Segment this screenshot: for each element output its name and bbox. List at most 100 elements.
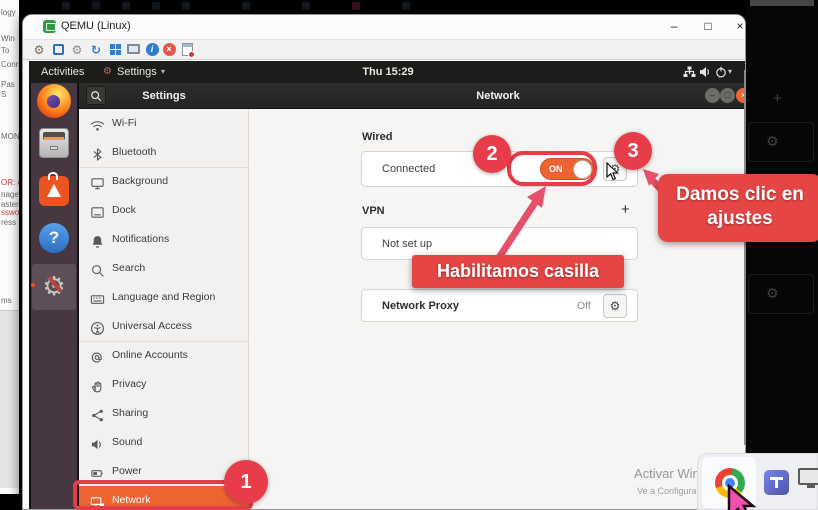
- wifi-icon: [90, 116, 105, 131]
- qemu-toolbar: ⚙ ⚙ ↻ i ×: [23, 39, 745, 60]
- background-tab-ghost: [750, 0, 814, 6]
- scrollbar[interactable]: [744, 70, 746, 445]
- settings-note-line1: Damos clic en: [658, 183, 818, 207]
- window-close-icon[interactable]: [179, 42, 195, 58]
- background-text: OR: c: [1, 178, 19, 187]
- volume-icon[interactable]: [699, 66, 711, 78]
- qemu-titlebar[interactable]: QEMU (Linux) – □ ×: [23, 15, 745, 39]
- background-text: logy: [1, 8, 19, 17]
- search-icon: [90, 261, 105, 276]
- activate-windows-watermark-line2: Ve a Configura: [637, 486, 697, 496]
- help-icon[interactable]: ?: [39, 223, 69, 253]
- background-text: nage: [1, 190, 19, 199]
- dock: ? ⚙: [31, 83, 77, 510]
- sidebar-item-bluetooth[interactable]: Bluetooth: [79, 138, 249, 167]
- ghost-plus: +: [773, 90, 782, 107]
- network-proxy-label: Network Proxy: [382, 290, 459, 321]
- ghost-card: [748, 122, 814, 162]
- refresh-icon[interactable]: ↻: [88, 42, 104, 58]
- sharing-icon: [90, 406, 105, 421]
- screenshot-icon[interactable]: [125, 42, 141, 58]
- network-proxy-row[interactable]: Network Proxy Off ⚙: [361, 289, 638, 322]
- ubuntu-software-icon[interactable]: [39, 176, 69, 206]
- sidebar-item-online-accounts[interactable]: Online Accounts: [79, 341, 249, 370]
- virtual-desktop-icon[interactable]: [798, 468, 818, 485]
- teams-icon[interactable]: [764, 470, 789, 495]
- info-icon[interactable]: i: [144, 42, 160, 58]
- background-text: Conne: [1, 60, 19, 69]
- background-icon: [90, 174, 105, 189]
- page-title: Network: [249, 83, 746, 109]
- qemu-window: QEMU (Linux) – □ × ⚙ ⚙ ↻ i × Activities …: [22, 14, 746, 510]
- mouse-cursor: [606, 162, 620, 182]
- settings-note-line2: ajustes: [658, 207, 818, 231]
- activate-windows-watermark: Activar Win: [634, 466, 700, 481]
- ghost-gear-icon: ⚙: [766, 285, 779, 302]
- power-icon[interactable]: [715, 66, 727, 78]
- settings-headerbar: Settings Network – □ ×: [79, 83, 746, 109]
- background-panel: [0, 310, 19, 488]
- vm-display: Activities ⚙ Settings ▾ Thu 15:29 ▾: [29, 61, 746, 510]
- caret-down-icon[interactable]: ▾: [728, 61, 732, 83]
- sidebar-item-universal-access[interactable]: Universal Access: [79, 312, 249, 341]
- language-icon: [90, 290, 105, 305]
- background-toolbar-ghost: [402, 2, 410, 10]
- background-window-sliver: logy Win To Conne Pas S MON OR: c nage a…: [0, 0, 19, 494]
- maximize-button[interactable]: □: [699, 17, 717, 36]
- settings-dock-icon[interactable]: ⚙: [32, 264, 76, 310]
- highlight-cursor: [720, 484, 766, 510]
- gnome-top-bar: Activities ⚙ Settings ▾ Thu 15:29 ▾: [29, 61, 746, 83]
- sidebar-item-notifications[interactable]: Notifications: [79, 225, 249, 254]
- accessibility-icon: [90, 319, 105, 334]
- ghost-card: [748, 274, 814, 314]
- step2-highlight-box: [507, 151, 597, 186]
- proxy-status: Off: [577, 300, 591, 312]
- minimize-button[interactable]: –: [665, 17, 683, 36]
- settings-minimize-button[interactable]: –: [705, 88, 720, 103]
- settings-icon[interactable]: ⚙: [69, 42, 85, 58]
- clock[interactable]: Thu 15:29: [29, 61, 746, 83]
- qemu-app-icon: [43, 20, 56, 33]
- settings-note-label: Damos clic en ajustes: [658, 174, 818, 242]
- proxy-settings-button[interactable]: ⚙: [603, 294, 627, 318]
- background-toolbar-ghost: [62, 2, 70, 10]
- background-text: ress: [1, 218, 19, 227]
- power-icon: [90, 464, 105, 479]
- background-toolbar-ghost: [352, 2, 360, 10]
- toggle-note-label: Habilitamos casilla: [412, 255, 624, 288]
- running-indicator: [31, 283, 35, 287]
- dock-icon: [90, 203, 105, 218]
- online-accounts-icon: [90, 348, 105, 363]
- close-button[interactable]: ×: [731, 17, 746, 36]
- background-toolbar-ghost: [152, 2, 160, 10]
- sidebar-title: Settings: [79, 83, 249, 109]
- background-text: ms: [1, 296, 19, 305]
- sidebar-item-language[interactable]: Language and Region: [79, 283, 249, 312]
- sidebar-item-privacy[interactable]: Privacy: [79, 370, 249, 399]
- background-text: Win: [1, 34, 19, 43]
- machine-icon[interactable]: ⚙: [31, 42, 47, 58]
- background-text: To: [1, 46, 19, 55]
- background-toolbar-ghost: [242, 2, 250, 10]
- sidebar-item-sharing[interactable]: Sharing: [79, 399, 249, 428]
- background-text: Pas: [1, 80, 19, 89]
- sidebar-item-wifi[interactable]: Wi-Fi: [79, 109, 249, 138]
- sidebar-item-search[interactable]: Search: [79, 254, 249, 283]
- sound-icon: [90, 435, 105, 450]
- bell-icon: [90, 232, 105, 247]
- screen: logy Win To Conne Pas S MON OR: c nage a…: [0, 0, 818, 510]
- fullscreen-icon[interactable]: [50, 42, 66, 58]
- files-icon[interactable]: [39, 128, 69, 158]
- vpn-section-title: VPN: [362, 205, 385, 217]
- settings-maximize-button[interactable]: □: [720, 88, 735, 103]
- sidebar-item-dock[interactable]: Dock: [79, 196, 249, 225]
- settings-sidebar: Wi-Fi Bluetooth Background Dock: [79, 109, 249, 510]
- add-vpn-button[interactable]: +: [621, 201, 630, 218]
- windows-icon[interactable]: [107, 42, 123, 58]
- sidebar-item-sound[interactable]: Sound: [79, 428, 249, 457]
- firefox-icon[interactable]: [37, 84, 71, 118]
- sidebar-item-background[interactable]: Background: [79, 167, 249, 196]
- background-toolbar-ghost: [302, 2, 310, 10]
- stop-icon[interactable]: ×: [161, 42, 177, 58]
- ethernet-icon[interactable]: [683, 66, 696, 78]
